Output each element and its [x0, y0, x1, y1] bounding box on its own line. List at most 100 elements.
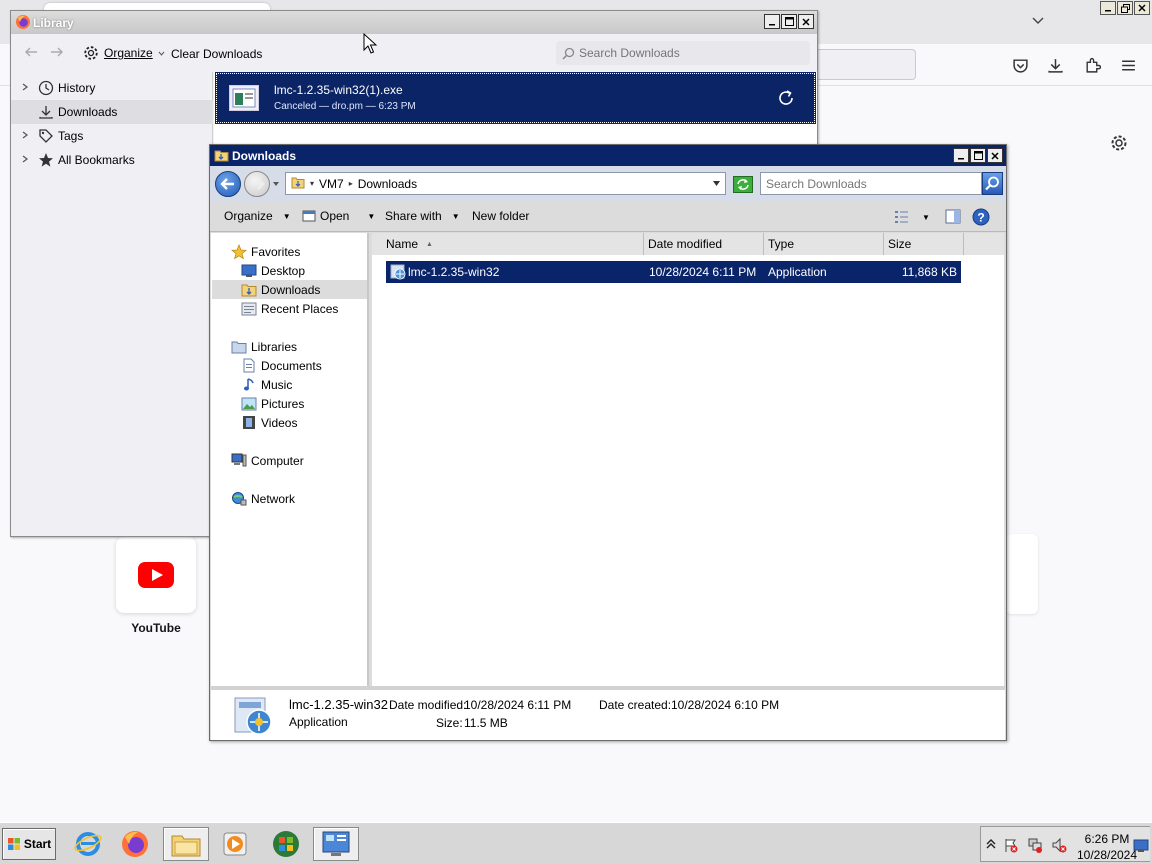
taskbar-windows-orb[interactable] [263, 827, 309, 861]
library-close-button[interactable] [798, 14, 814, 29]
library-search-box[interactable] [556, 41, 810, 65]
explorer-search-box[interactable] [760, 172, 982, 195]
nav-desktop[interactable]: Desktop [241, 261, 305, 280]
forward-button[interactable] [244, 171, 270, 197]
forward-arrow-icon[interactable] [49, 44, 67, 62]
firefox-minimize-button[interactable] [1100, 1, 1116, 15]
taskbar: Start 6:26 PM 10/28/2024 [0, 822, 1152, 864]
help-icon[interactable]: ? [972, 208, 990, 226]
taskbar-control-panel[interactable] [313, 827, 359, 861]
explorer-close-button[interactable] [987, 148, 1003, 163]
organize-button[interactable]: Organize ▼ [224, 209, 291, 223]
show-desktop-icon[interactable] [1133, 839, 1149, 855]
nav-label: Favorites [251, 244, 301, 259]
nav-favorites[interactable]: Favorites [231, 242, 300, 261]
nav-videos[interactable]: Videos [241, 413, 297, 432]
library-titlebar[interactable]: Library [11, 11, 817, 34]
back-arrow-icon[interactable] [23, 44, 41, 62]
taskbar-media-player[interactable] [212, 827, 258, 861]
column-header-size[interactable]: Size [884, 233, 964, 255]
column-header-type[interactable]: Type [764, 233, 884, 255]
taskbar-firefox[interactable] [112, 827, 158, 861]
nav-label: Computer [251, 453, 304, 468]
file-row[interactable]: lmc-1.2.35-win32 10/28/2024 6:11 PM Appl… [386, 261, 961, 283]
menu-icon[interactable] [1117, 54, 1139, 76]
column-header-date-modified[interactable]: Date modified [644, 233, 764, 255]
network-status-icon[interactable] [1027, 837, 1043, 853]
explorer-search-input[interactable] [766, 176, 976, 191]
nav-libraries[interactable]: Libraries [231, 337, 297, 356]
explorer-maximize-button[interactable] [970, 148, 986, 163]
back-button[interactable] [215, 171, 241, 197]
address-dropdown-icon[interactable] [712, 179, 721, 190]
explorer-titlebar[interactable]: Downloads [210, 145, 1006, 166]
refresh-button[interactable] [733, 176, 753, 193]
nav-recent-places[interactable]: Recent Places [241, 299, 338, 318]
youtube-shortcut-tile[interactable] [116, 537, 196, 613]
nav-network[interactable]: Network [231, 489, 295, 508]
pictures-icon [241, 396, 257, 412]
application-icon [302, 210, 316, 222]
installer-large-icon [229, 692, 275, 741]
open-button[interactable]: Open ▼ [302, 209, 375, 223]
show-hidden-icons-icon[interactable] [985, 837, 1001, 853]
library-maximize-button[interactable] [781, 14, 797, 29]
sidebar-item-downloads[interactable]: Downloads [11, 100, 213, 124]
nav-music[interactable]: Music [241, 375, 292, 394]
nav-pictures[interactable]: Pictures [241, 394, 304, 413]
chevron-down-icon[interactable]: ▼ [922, 213, 930, 222]
details-pane: lmc-1.2.35-win32 Application Date modifi… [211, 686, 1005, 740]
organize-menu-button[interactable]: Organize [83, 45, 165, 61]
firefox-urlbar[interactable] [810, 49, 916, 80]
nav-computer[interactable]: Computer [231, 451, 304, 470]
newtab-settings-gear-icon[interactable] [1110, 134, 1132, 156]
column-header-filler [964, 233, 1004, 255]
firefox-restore-button[interactable] [1117, 1, 1133, 15]
sidebar-item-tags[interactable]: Tags [11, 124, 213, 148]
expand-triangle-icon[interactable] [21, 155, 37, 166]
windows-logo-icon [7, 838, 20, 850]
file-date-modified: 10/28/2024 6:11 PM [649, 265, 757, 279]
change-view-icon[interactable]: ▼ [894, 210, 930, 224]
new-folder-button[interactable]: New folder [472, 209, 529, 223]
download-item[interactable]: lmc-1.2.35-win32(1).exe Canceled — dro.p… [215, 72, 816, 124]
column-header-name[interactable]: Name ▲ [372, 233, 644, 255]
recent-pages-chevron-icon[interactable] [272, 180, 280, 190]
downloads-icon[interactable] [1044, 54, 1066, 76]
preview-pane-icon[interactable] [945, 209, 961, 224]
back-arrow-icon [220, 178, 234, 190]
clear-downloads-button[interactable]: Clear Downloads [171, 47, 262, 61]
retry-download-icon[interactable] [777, 89, 797, 109]
expand-triangle-icon[interactable] [21, 83, 37, 94]
library-search-input[interactable] [579, 46, 799, 60]
clock[interactable]: 6:26 PM 10/28/2024 [1075, 831, 1139, 863]
breadcrumb-vm7[interactable]: VM7 [314, 177, 349, 191]
sidebar-item-history[interactable]: History [11, 76, 213, 100]
address-bar[interactable]: ▾ VM7 ▸ Downloads [285, 172, 726, 195]
taskbar-windows-explorer[interactable] [163, 827, 209, 861]
start-button[interactable]: Start [2, 828, 56, 860]
sidebar-item-all-bookmarks[interactable]: All Bookmarks [11, 148, 213, 172]
details-modified-label: Date modified: [389, 698, 467, 712]
extensions-icon[interactable] [1081, 54, 1103, 76]
library-minimize-button[interactable] [764, 14, 780, 29]
mouse-cursor-icon [363, 32, 378, 58]
film-strip-icon [241, 415, 257, 431]
expand-triangle-icon[interactable] [21, 131, 37, 142]
clock-time: 6:26 PM [1084, 832, 1130, 846]
pocket-icon[interactable] [1009, 54, 1031, 76]
explorer-minimize-button[interactable] [953, 148, 969, 163]
firefox-close-button[interactable] [1134, 1, 1150, 15]
share-with-button[interactable]: Share with ▼ [385, 209, 460, 223]
chevron-down-icon[interactable]: ▼ [367, 212, 375, 221]
search-button[interactable] [982, 172, 1003, 195]
list-tabs-chevron-icon[interactable] [1031, 13, 1047, 29]
taskbar-internet-explorer[interactable] [65, 827, 111, 861]
recent-places-icon [241, 301, 257, 317]
library-sidebar: History Downloads Tags All Bookmarks [11, 72, 213, 536]
action-center-flag-icon[interactable] [1003, 837, 1019, 853]
volume-muted-icon[interactable] [1051, 837, 1067, 853]
nav-documents[interactable]: Documents [241, 356, 322, 375]
nav-downloads[interactable]: Downloads [212, 280, 367, 299]
breadcrumb-downloads[interactable]: Downloads [353, 177, 422, 191]
